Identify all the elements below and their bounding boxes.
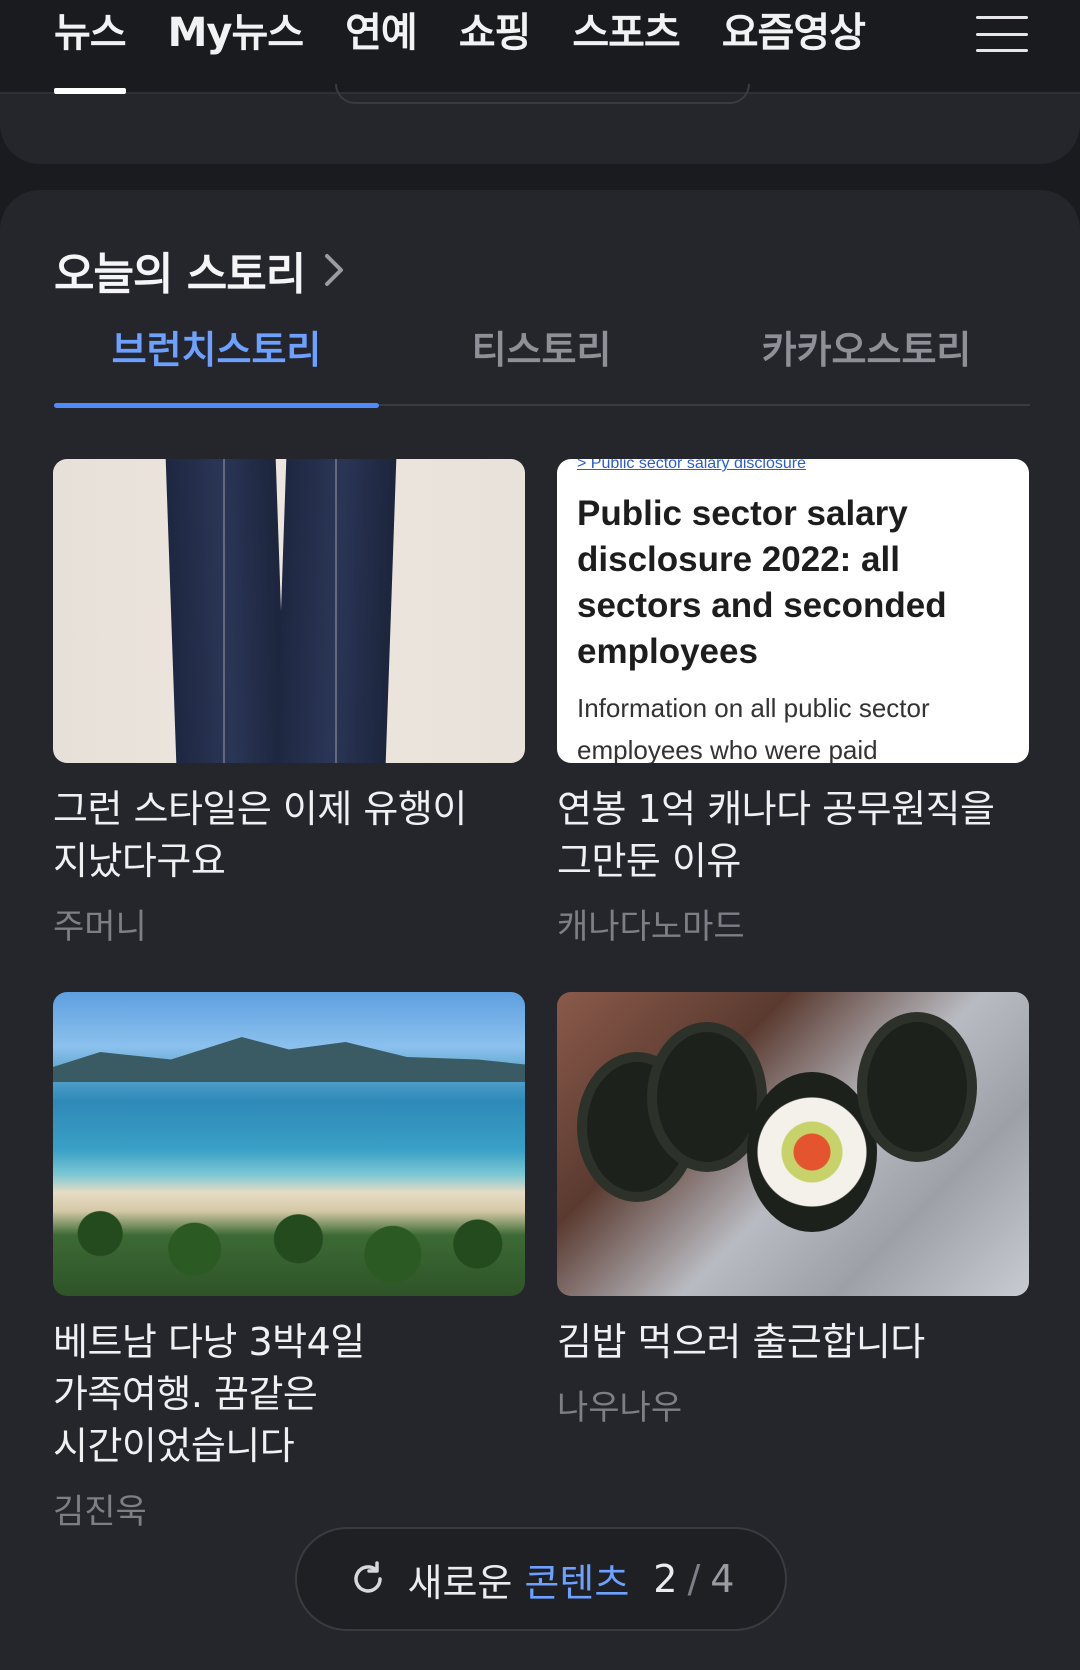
story-thumbnail-beach	[53, 992, 525, 1296]
story-thumbnail-document: > Public sector salary disclosure Public…	[557, 459, 1029, 763]
story-author: 나우나우	[557, 1388, 683, 1428]
tab-news[interactable]: 뉴스	[54, 8, 127, 94]
previous-pill-edge	[335, 84, 750, 104]
hamburger-menu-icon[interactable]	[976, 16, 1028, 52]
top-nav: 뉴스 My뉴스 연예 쇼핑 스포츠 요즘영상	[0, 0, 1080, 94]
story-headline: 베트남 다낭 3박4일 가족여행. 꿈같은 시간이었습니다	[53, 1320, 365, 1468]
tab-trending-video[interactable]: 요즘영상	[722, 8, 866, 92]
page-separator: /	[687, 1557, 701, 1601]
story-author: 캐나다노마드	[557, 907, 745, 947]
refresh-icon	[353, 1561, 382, 1593]
subtab-kakao-story[interactable]: 카카오스토리	[704, 320, 1029, 404]
section-header-link[interactable]: 오늘의 스토리	[54, 238, 347, 302]
chevron-right-icon	[325, 254, 344, 286]
story-author: 김진욱	[53, 1492, 147, 1532]
subtab-tistory[interactable]: 티스토리	[379, 320, 704, 404]
story-headline: 연봉 1억 캐나다 공무원직을 그만둔 이유	[557, 787, 995, 883]
tab-entertainment[interactable]: 연예	[345, 8, 418, 92]
page-total: 4	[710, 1557, 735, 1601]
doc-breadcrumb: > Public sector salary disclosure	[577, 459, 806, 472]
story-thumbnail-jeans	[53, 459, 525, 763]
tab-my-news[interactable]: My뉴스	[168, 8, 304, 92]
story-headline: 그런 스타일은 이제 유행이 지났다구요	[53, 787, 467, 883]
load-more-highlight: 콘텐츠	[524, 1560, 630, 1605]
tab-shopping[interactable]: 쇼핑	[459, 8, 532, 92]
page-current: 2	[653, 1557, 678, 1601]
story-author: 주머니	[53, 907, 147, 947]
doc-subtitle: Information on all public sector employe…	[577, 693, 930, 763]
doc-title: Public sector salary disclosure 2022: al…	[577, 494, 947, 671]
load-more-button[interactable]: 새로운 콘텐츠 2 / 4	[295, 1527, 787, 1631]
subtab-brunch-story[interactable]: 브런치스토리	[54, 320, 379, 408]
story-headline: 김밥 먹으러 출근합니다	[557, 1320, 925, 1364]
story-item[interactable]: > Public sector salary disclosure Public…	[557, 459, 1029, 948]
load-more-label: 새로운	[407, 1560, 513, 1605]
tab-sports[interactable]: 스포츠	[572, 8, 680, 92]
story-item[interactable]: 김밥 먹으러 출근합니다 나우나우	[557, 992, 1029, 1429]
previous-section-card	[0, 84, 1080, 164]
story-item[interactable]: 베트남 다낭 3박4일 가족여행. 꿈같은 시간이었습니다 김진욱	[53, 992, 525, 1533]
section-title: 오늘의 스토리	[54, 249, 306, 300]
story-thumbnail-kimbap	[557, 992, 1029, 1296]
story-subtabs: 브런치스토리 티스토리 카카오스토리	[54, 320, 1030, 408]
top-nav-tabs: 뉴스 My뉴스 연예 쇼핑 스포츠 요즘영상	[54, 8, 907, 94]
story-item[interactable]: 그런 스타일은 이제 유행이 지났다구요 주머니	[53, 459, 525, 948]
